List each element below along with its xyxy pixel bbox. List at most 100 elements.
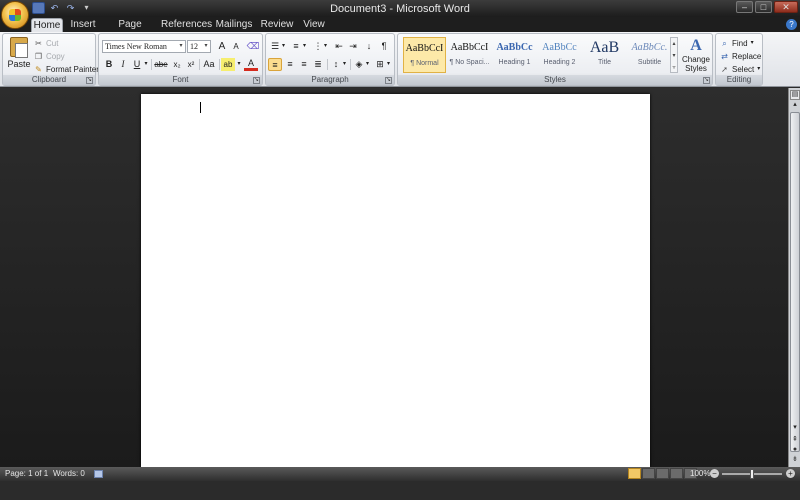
styles-launcher-icon[interactable]: ↘	[703, 77, 710, 84]
view-buttons	[628, 468, 697, 479]
superscript-button[interactable]: x²	[184, 58, 198, 71]
tab-view[interactable]: View	[300, 18, 328, 32]
page-count[interactable]: Page: 1 of 1	[5, 467, 48, 481]
zoom-slider[interactable]	[722, 469, 782, 479]
tab-review[interactable]: Review	[259, 18, 295, 32]
copy-button[interactable]: ❐ Copy	[34, 50, 99, 63]
cut-button[interactable]: ✂ Cut	[34, 37, 99, 50]
tab-page-layout[interactable]: Page Layout	[104, 18, 156, 43]
find-button[interactable]: ⌕ Find ▾	[720, 37, 761, 50]
style-heading-2[interactable]: AaBbCc Heading 2	[538, 37, 581, 73]
full-screen-reading-view-icon[interactable]	[642, 468, 655, 479]
style-heading-1[interactable]: AaBbCc Heading 1	[493, 37, 536, 73]
highlight-button[interactable]: ab	[221, 58, 235, 71]
align-right-button[interactable]: ≡	[297, 58, 311, 71]
style-name: ¶ Normal	[410, 60, 439, 67]
style-subtitle[interactable]: AaBbCc. Subtitle	[628, 37, 671, 73]
paragraph-group: ☰ ▾ ≡ ▾ ⋮ ▾ ⇤ ⇥ ↓ ¶ ≡ ≡ ≡ ≣ ↕ ▾ ◈ ▾ ⊞ ▾ …	[265, 33, 395, 86]
shrink-font-button[interactable]: A	[229, 40, 243, 53]
zoom-slider-thumb[interactable]	[750, 469, 754, 479]
style-normal[interactable]: AaBbCcI ¶ Normal	[403, 37, 446, 73]
numbering-dropdown-icon[interactable]: ▾	[301, 40, 308, 53]
scroll-up-icon[interactable]: ▴	[790, 100, 800, 110]
font-family-value: Times New Roman	[105, 42, 167, 51]
ribbon: Paste ✂ Cut ❐ Copy ✎ Format Painter Clipboa…	[0, 32, 800, 87]
tab-mailings[interactable]: Mailings	[214, 18, 254, 32]
redo-icon[interactable]: ↷	[64, 2, 77, 14]
next-page-icon[interactable]: ⇟	[790, 456, 800, 464]
paste-button[interactable]: Paste	[6, 37, 32, 75]
font-launcher-icon[interactable]: ↘	[253, 77, 260, 84]
title-bar: Document3 - Microsoft Word ↶ ↷ ▾ – □ ✕	[0, 0, 800, 17]
customize-qat-icon[interactable]: ▾	[80, 2, 93, 14]
print-layout-view-icon[interactable]	[628, 468, 641, 479]
line-spacing-dropdown-icon[interactable]: ▾	[341, 58, 348, 71]
sort-button[interactable]: ↓	[362, 40, 376, 53]
change-styles-label: Change Styles	[681, 55, 711, 73]
subscript-button[interactable]: x₂	[170, 58, 184, 71]
close-button[interactable]: ✕	[774, 1, 798, 13]
office-button[interactable]	[1, 1, 29, 29]
style-gallery-scroll[interactable]: ▴ ▾ ▿	[670, 37, 678, 73]
decrease-indent-button[interactable]: ⇤	[332, 40, 346, 53]
web-layout-view-icon[interactable]	[656, 468, 669, 479]
browse-object-icon[interactable]: ●	[790, 446, 800, 454]
underline-dropdown-icon[interactable]: ▾	[142, 58, 150, 71]
grow-font-button[interactable]: A	[215, 40, 229, 53]
strikethrough-button[interactable]: abe	[154, 58, 168, 71]
borders-dropdown-icon[interactable]: ▾	[385, 58, 392, 71]
editing-group-label: Editing	[716, 75, 762, 85]
style-title[interactable]: AaB Title	[583, 37, 626, 73]
restore-button[interactable]: □	[755, 1, 772, 13]
change-case-button[interactable]: Aa	[201, 58, 217, 71]
change-styles-button[interactable]: A Change Styles	[681, 37, 711, 77]
bullets-dropdown-icon[interactable]: ▾	[280, 40, 287, 53]
justify-button[interactable]: ≣	[311, 58, 325, 71]
zoom-out-button[interactable]: −	[710, 469, 719, 478]
align-left-button[interactable]: ≡	[268, 58, 282, 71]
style-name: Heading 2	[543, 59, 576, 66]
word-count[interactable]: Words: 0	[53, 467, 85, 481]
style-sample: AaBbCc	[542, 42, 577, 53]
style-no-spacing[interactable]: AaBbCcI ¶ No Spaci...	[448, 37, 491, 73]
vertical-scrollbar[interactable]: ▤ ▴ ▾ ⇞ ● ⇟	[788, 88, 800, 467]
view-ruler-icon[interactable]: ▤	[790, 90, 800, 100]
italic-button[interactable]: I	[116, 58, 130, 71]
tab-home[interactable]: Home	[31, 18, 63, 32]
find-label: Find	[732, 39, 748, 48]
previous-page-icon[interactable]: ⇞	[790, 436, 800, 444]
tab-insert[interactable]: Insert	[66, 18, 100, 32]
divider	[219, 59, 220, 70]
clear-formatting-button[interactable]: ⌫	[246, 40, 260, 53]
undo-icon[interactable]: ↶	[48, 2, 61, 14]
increase-indent-button[interactable]: ⇥	[346, 40, 360, 53]
font-color-button[interactable]: A	[244, 58, 258, 71]
scroll-thumb[interactable]	[790, 112, 800, 452]
document-page[interactable]	[141, 94, 650, 467]
help-icon[interactable]: ?	[786, 19, 797, 30]
clipboard-launcher-icon[interactable]: ↘	[86, 77, 93, 84]
change-styles-icon: A	[690, 37, 702, 54]
replace-button[interactable]: ⇄ Replace	[720, 50, 761, 63]
font-size-select[interactable]: 12 ▾	[187, 40, 211, 53]
highlight-dropdown-icon[interactable]: ▾	[235, 58, 243, 71]
proofing-icon[interactable]	[94, 470, 103, 478]
editing-group: ⌕ Find ▾ ⇄ Replace ➚ Select ▾ Editing	[715, 33, 763, 86]
scroll-down-icon[interactable]: ▾	[790, 423, 800, 433]
font-family-select[interactable]: Times New Roman ▾	[102, 40, 186, 53]
tab-references[interactable]: References	[161, 18, 212, 32]
show-formatting-button[interactable]: ¶	[377, 40, 391, 53]
shading-dropdown-icon[interactable]: ▾	[364, 58, 371, 71]
style-gallery: AaBbCcI ¶ Normal AaBbCcI ¶ No Spaci... A…	[401, 37, 671, 73]
save-icon[interactable]	[32, 2, 45, 14]
zoom-level[interactable]: 100%	[690, 467, 710, 481]
scissors-icon: ✂	[35, 39, 42, 48]
multilevel-dropdown-icon[interactable]: ▾	[322, 40, 329, 53]
bold-button[interactable]: B	[102, 58, 116, 71]
minimize-button[interactable]: –	[736, 1, 753, 13]
align-center-button[interactable]: ≡	[283, 58, 297, 71]
paragraph-launcher-icon[interactable]: ↘	[385, 77, 392, 84]
window-title: Document3 - Microsoft Word	[330, 3, 470, 15]
zoom-in-button[interactable]: +	[786, 469, 795, 478]
outline-view-icon[interactable]	[670, 468, 683, 479]
